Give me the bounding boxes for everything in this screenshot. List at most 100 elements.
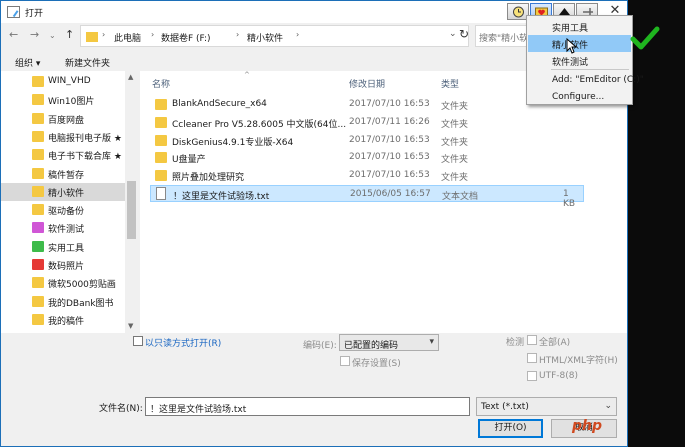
folder-icon: [155, 116, 167, 128]
sidebar-item[interactable]: Win10图片: [1, 91, 125, 109]
file-row[interactable]: DiskGenius4.9.1专业版-X64 2017/07/10 16:53 文件…: [150, 132, 584, 149]
open-button[interactable]: 打开(O): [478, 419, 543, 438]
file-row[interactable]: BlankAndSecure_x64 2017/07/10 16:53 文件夹: [150, 96, 584, 113]
scroll-up-icon[interactable]: ▲: [128, 73, 133, 81]
refresh-icon[interactable]: ↻: [459, 27, 469, 41]
readonly-checkbox[interactable]: [133, 336, 143, 346]
filename-input[interactable]: ！这里是文件试验场.txt: [145, 397, 470, 416]
breadcrumb-separator: ›: [102, 30, 106, 39]
folder-icon: [86, 32, 98, 42]
filename-value: ！这里是文件试验场.txt: [150, 405, 247, 415]
sidebar-item[interactable]: 数码照片: [1, 256, 125, 274]
menu-item-add[interactable]: Add: "EmEditor (C:)": [528, 72, 644, 89]
breadcrumb-folder[interactable]: 精小软件: [247, 31, 283, 44]
file-row[interactable]: Ccleaner Pro V5.28.6005 中文版(64位... 2017/0…: [150, 114, 584, 131]
column-header-name[interactable]: 名称: [152, 77, 170, 90]
menu-item-tools[interactable]: 实用工具: [528, 18, 631, 35]
watermark-logo: php: [572, 418, 603, 434]
folder-icon: [32, 185, 44, 197]
sidebar-item-label: 电脑报刊电子版 ★: [48, 133, 122, 144]
column-header-date[interactable]: 修改日期: [349, 77, 385, 90]
window-title: 打开: [25, 9, 44, 19]
menu-item-mini-software[interactable]: 精小软件: [528, 35, 631, 52]
save-settings-label: 保存设置(S): [352, 359, 401, 369]
file-name: BlankAndSecure_x64: [172, 99, 267, 109]
readonly-label[interactable]: 以只读方式打开(R): [145, 336, 221, 349]
sidebar-item[interactable]: 稿件暂存: [1, 165, 125, 183]
detect-all-checkbox[interactable]: [527, 335, 537, 345]
folder-icon: [32, 204, 44, 216]
encoding-select[interactable]: 已配置的编码 ▾: [339, 334, 439, 351]
sidebar-item[interactable]: 软件测试: [1, 219, 125, 237]
scrollbar-thumb[interactable]: [127, 181, 136, 239]
text-file-icon: [156, 187, 166, 200]
file-name: ！这里是文件试验场.txt: [173, 192, 270, 202]
folder-icon: [155, 152, 167, 164]
sidebar-item[interactable]: 百度网盘: [1, 110, 125, 128]
sidebar-item[interactable]: 电子书下载合库 ★: [1, 146, 125, 164]
filetype-select[interactable]: Text (*.txt) ⌄: [476, 397, 617, 416]
file-date: 2017/07/10 16:53: [349, 134, 430, 145]
sidebar-item-label: 实用工具: [48, 243, 85, 254]
address-dropdown-icon[interactable]: ⌄: [449, 29, 457, 39]
sidebar-item-label: 百度网盘: [48, 115, 85, 126]
sidebar-item-label: 电子书下载合库 ★: [48, 152, 122, 163]
organize-menu[interactable]: 组织 ▾: [15, 56, 40, 69]
save-settings-checkbox[interactable]: [340, 356, 350, 366]
file-date: 2017/07/10 16:53: [349, 170, 430, 181]
sidebar-item[interactable]: 电脑报刊电子版 ★: [1, 128, 125, 146]
menu-item-configure[interactable]: Configure...: [528, 89, 631, 106]
address-bar[interactable]: › 此电脑 › 数据卷F (F:) › 精小软件 ›: [80, 25, 469, 47]
chevron-down-icon: ▾: [429, 337, 434, 347]
app-icon: [7, 6, 20, 18]
menu-item-label: Add: "EmEditor (C:)": [552, 75, 644, 85]
navigation-pane: WIN_VHD Win10图片百度网盘电脑报刊电子版 ★ 电子书下载合库 ★ 稿件暂存…: [1, 71, 138, 333]
folder-icon: [32, 222, 44, 234]
folder-icon: [32, 149, 44, 161]
clock-icon: [513, 6, 524, 18]
sidebar-item[interactable]: 我的DBank图书: [1, 293, 125, 311]
detect-label: 检测: [506, 338, 525, 348]
sort-up-icon: ^: [244, 71, 250, 79]
folder-icon: [32, 277, 44, 289]
sidebar-item-label: 精小软件: [48, 188, 85, 199]
file-row[interactable]: U盘量产 2017/07/10 16:53 文件夹: [150, 149, 584, 166]
sidebar-item-label: 软件测试: [48, 225, 85, 236]
back-arrow-icon[interactable]: ←: [9, 28, 18, 41]
breadcrumb-drive[interactable]: 数据卷F (F:): [161, 31, 211, 44]
up-arrow-icon[interactable]: ↑: [65, 28, 74, 41]
checkmark-icon: [630, 26, 660, 50]
detect-html-checkbox[interactable]: [527, 353, 537, 363]
sidebar-item[interactable]: 我的稿件: [1, 311, 125, 329]
file-date: 2017/07/11 16:26: [349, 116, 430, 127]
folder-icon: [32, 76, 44, 87]
new-folder-button[interactable]: 新建文件夹: [65, 56, 110, 69]
sidebar-item[interactable]: WIN_VHD: [1, 73, 125, 91]
detect-html-label: HTML/XML字符(H): [539, 356, 618, 366]
sidebar-item-label: 我的DBank图书: [48, 298, 114, 309]
sidebar-item-label: 驱动备份: [48, 207, 85, 218]
sidebar-item[interactable]: 微软5000剪贴画: [1, 274, 125, 292]
column-header-type[interactable]: 类型: [441, 77, 459, 90]
file-row[interactable]: 照片叠加处理研究 2017/07/10 16:53 文件夹: [150, 167, 584, 184]
detect-utf8-label: UTF-8(8): [539, 371, 578, 381]
folder-icon: [32, 130, 44, 142]
folder-icon: [32, 167, 44, 179]
sidebar-item-label: 微软5000剪贴画: [48, 280, 116, 291]
forward-arrow-icon[interactable]: →: [30, 28, 39, 41]
menu-item-label: 实用工具: [552, 24, 589, 34]
sidebar-item[interactable]: 精小软件: [1, 182, 125, 201]
menu-item-software-test[interactable]: 软件测试: [528, 52, 631, 69]
file-row[interactable]: ！这里是文件试验场.txt 2015/06/05 16:57 文本文档 1 KB: [150, 185, 584, 209]
sidebar-item[interactable]: 实用工具: [1, 238, 125, 256]
file-date: 2015/06/05 16:57: [350, 189, 431, 199]
encoding-value: 已配置的编码: [344, 341, 399, 351]
file-date: 2017/07/10 16:53: [349, 99, 430, 109]
sidebar-item[interactable]: 驱动备份: [1, 201, 125, 219]
folder-icon: [32, 295, 44, 307]
recent-chevron-down-icon[interactable]: ⌄: [49, 31, 56, 40]
detect-utf8-checkbox[interactable]: [527, 371, 537, 381]
scroll-down-icon[interactable]: ▼: [128, 322, 133, 330]
breadcrumb-this-pc[interactable]: 此电脑: [114, 31, 141, 44]
file-name: Ccleaner Pro V5.28.6005 中文版(64位...: [172, 119, 347, 130]
